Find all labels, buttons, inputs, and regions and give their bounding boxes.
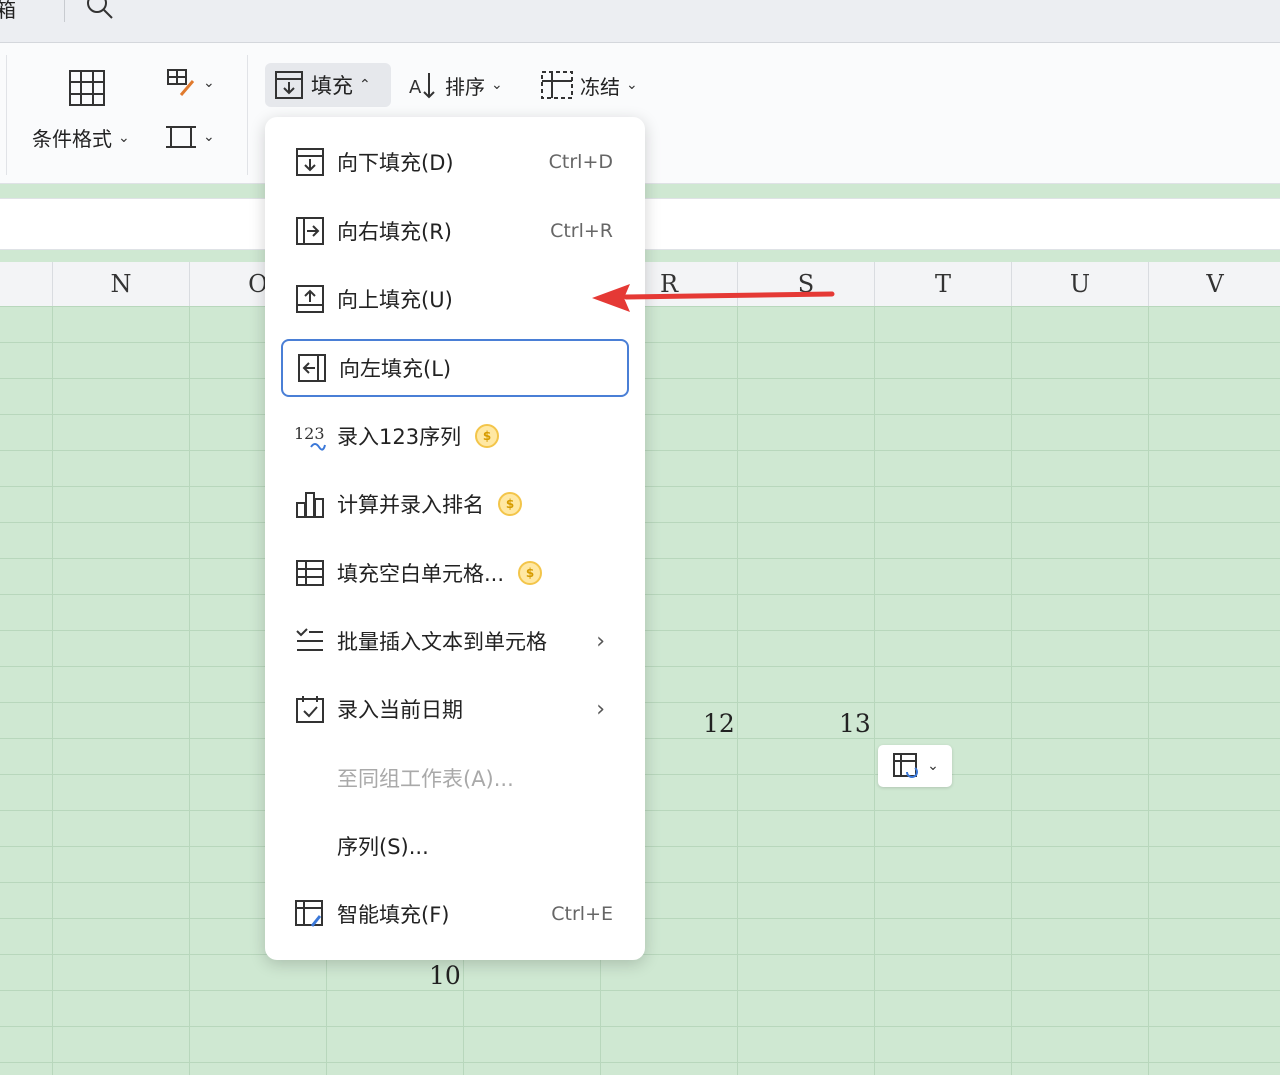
- conditional-format-button[interactable]: 条件格式 ⌄: [32, 123, 130, 152]
- sort-icon: A: [409, 73, 435, 99]
- menu-item-label: 录入当前日期: [337, 698, 463, 722]
- chevron-down-icon: ⌄: [491, 77, 503, 93]
- shortcut-label: Ctrl+D: [548, 151, 613, 173]
- menu-item-rank[interactable]: 计算并录入排名 $: [281, 476, 629, 532]
- column-header[interactable]: N: [52, 262, 189, 306]
- search-icon[interactable]: [84, 0, 114, 20]
- border-icon: [166, 126, 196, 148]
- svg-text:123: 123: [294, 424, 325, 443]
- border-button[interactable]: ⌄: [165, 121, 215, 153]
- freeze-icon: [541, 71, 573, 99]
- chevron-right-icon: ›: [596, 628, 605, 654]
- calendar-icon: [293, 692, 327, 726]
- ranking-icon: [293, 487, 327, 521]
- ribbon-separator: [247, 55, 248, 175]
- fill-left-icon: [295, 351, 329, 385]
- menu-item-fill-right[interactable]: 向右填充(R) Ctrl+R: [281, 203, 629, 259]
- top-bar-divider: [64, 0, 65, 22]
- menu-item-series[interactable]: 序列(S)...: [281, 818, 629, 874]
- chevron-up-icon: ⌃: [359, 77, 371, 93]
- freeze-button[interactable]: 冻结 ⌄: [540, 69, 638, 101]
- column-header[interactable]: U: [1011, 262, 1148, 306]
- conditional-format-icon[interactable]: [66, 67, 108, 109]
- ribbon-separator: [6, 55, 7, 175]
- batch-insert-icon: [293, 624, 327, 658]
- fill-down-icon: [293, 145, 327, 179]
- fill-dropdown-menu: 向下填充(D) Ctrl+D 向右填充(R) Ctrl+R 向上填充(U) 向左…: [265, 117, 645, 960]
- menu-item-label: 向下填充(D): [337, 151, 454, 175]
- cell-value[interactable]: 10: [429, 961, 461, 990]
- menu-item-batch-insert-text[interactable]: 批量插入文本到单元格 ›: [281, 613, 629, 669]
- format-painter-icon: [167, 69, 195, 96]
- chevron-down-icon: ⌄: [203, 129, 215, 145]
- menu-item-fill-up[interactable]: 向上填充(U): [281, 271, 629, 327]
- menu-item-label: 向左填充(L): [339, 357, 452, 381]
- autofill-options-icon: [893, 753, 919, 778]
- fill-up-icon: [293, 282, 327, 316]
- menu-item-label: 至同组工作表(A)...: [337, 767, 514, 791]
- chevron-down-icon: ⌄: [626, 77, 638, 93]
- format-painter-button[interactable]: ⌄: [165, 67, 215, 99]
- chevron-down-icon: ⌄: [118, 129, 130, 146]
- menu-item-fill-blank-cells[interactable]: 填充空白单元格... $: [281, 545, 629, 601]
- chevron-down-icon: ⌄: [927, 758, 939, 774]
- menu-item-label: 向上填充(U): [337, 288, 453, 312]
- menu-item-fill-left[interactable]: 向左填充(L): [281, 339, 629, 397]
- cell-value[interactable]: 12: [703, 709, 735, 738]
- sort-label: 排序: [445, 74, 485, 99]
- shortcut-label: Ctrl+E: [551, 903, 613, 925]
- menu-item-label: 计算并录入排名: [337, 493, 484, 517]
- menu-item-label: 智能填充(F): [337, 903, 450, 927]
- sort-button[interactable]: A 排序 ⌄: [407, 69, 503, 101]
- cell-value[interactable]: 13: [839, 709, 871, 738]
- fill-label: 填充: [311, 74, 353, 98]
- premium-badge-icon: $: [475, 424, 500, 448]
- premium-badge-icon: $: [518, 561, 543, 585]
- chevron-right-icon: ›: [596, 696, 605, 722]
- column-header[interactable]: T: [874, 262, 1011, 306]
- freeze-label: 冻结: [580, 74, 620, 99]
- fill-right-icon: [293, 214, 327, 248]
- menu-item-label: 序列(S)...: [337, 835, 429, 859]
- smart-fill-icon: [293, 897, 327, 931]
- menu-item-to-group-sheets[interactable]: 至同组工作表(A)...: [281, 750, 629, 806]
- table-icon: [293, 556, 327, 590]
- top-bar: 箱: [0, 0, 1280, 43]
- chevron-down-icon: ⌄: [203, 75, 215, 91]
- conditional-format-label: 条件格式: [32, 127, 112, 151]
- menu-item-label: 向右填充(R): [337, 220, 452, 244]
- menu-item-label: 录入123序列: [337, 425, 462, 449]
- menu-item-smart-fill[interactable]: 智能填充(F) Ctrl+E: [281, 886, 629, 942]
- red-arrow-annotation: [592, 284, 835, 312]
- top-bar-tab-text[interactable]: 箱: [0, 0, 16, 23]
- menu-item-label: 批量插入文本到单元格: [337, 630, 547, 654]
- sequence-123-icon: 123: [293, 419, 327, 453]
- column-header[interactable]: V: [1148, 262, 1280, 306]
- svg-text:A: A: [409, 77, 422, 98]
- premium-badge-icon: $: [498, 492, 522, 516]
- fill-down-icon: [275, 71, 303, 99]
- menu-item-enter-123-sequence[interactable]: 123 录入123序列 $: [281, 408, 629, 464]
- shortcut-label: Ctrl+R: [550, 220, 613, 242]
- menu-item-current-date[interactable]: 录入当前日期 ›: [281, 681, 629, 737]
- autofill-options-button[interactable]: ⌄: [878, 745, 952, 787]
- fill-button[interactable]: 填充 ⌃: [265, 63, 391, 107]
- menu-item-label: 填充空白单元格...: [337, 562, 505, 586]
- menu-item-fill-down[interactable]: 向下填充(D) Ctrl+D: [281, 134, 629, 190]
